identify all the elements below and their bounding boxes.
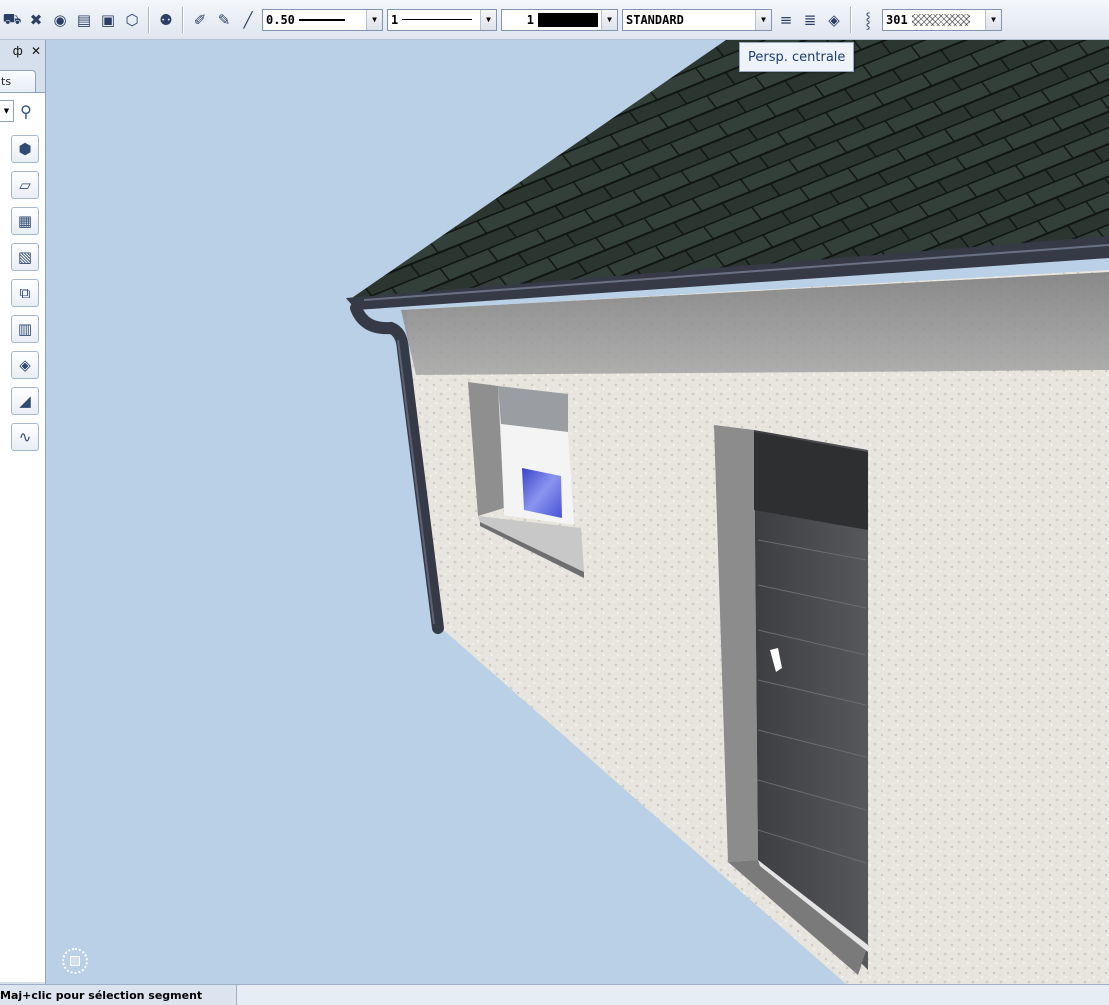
- chevron-down-icon[interactable]: ▼: [601, 9, 617, 30]
- hatch-area-icon[interactable]: ▧: [11, 243, 39, 271]
- toolbar-separator: [148, 6, 150, 33]
- navigation-cube-icon[interactable]: [62, 948, 88, 974]
- cube-icon[interactable]: ⬢: [11, 135, 39, 163]
- color-sample: [538, 12, 598, 27]
- layer-value: STANDARD: [626, 12, 684, 27]
- layers-down-icon[interactable]: ≣: [799, 9, 821, 31]
- eye-icon[interactable]: ◉: [49, 9, 71, 31]
- main-toolbar: ⛟ ✖ ◉ ▤ ▣ ⬡ ⚉ ✐ ✎ ╱ 0.50 ▼ 1 ▼ 1 ▼ STAND…: [0, 0, 1109, 40]
- layers-up-icon[interactable]: ≡: [775, 9, 797, 31]
- grid-icon[interactable]: ▥: [11, 315, 39, 343]
- line-style-sample: [402, 19, 473, 20]
- house-perspective-render: [346, 40, 1109, 984]
- floor-icon[interactable]: ▱: [11, 171, 39, 199]
- tools-icon[interactable]: ✖: [25, 9, 47, 31]
- chevron-down-icon[interactable]: ▼: [755, 9, 771, 30]
- table-icon[interactable]: ▦: [11, 207, 39, 235]
- box-3d-icon[interactable]: ⬡: [121, 9, 143, 31]
- hatch-sample: [911, 13, 970, 26]
- hatch-chain-icon[interactable]: ⸾: [857, 9, 879, 31]
- chevron-down-icon[interactable]: ▼: [0, 100, 14, 122]
- toolbar-separator: [850, 6, 852, 33]
- window-glass: [522, 468, 562, 518]
- tooltip: Persp. centrale: [739, 42, 855, 72]
- status-message: Maj+clic pour sélection segment: [0, 985, 237, 1005]
- 3d-viewport[interactable]: [46, 40, 1109, 984]
- status-area: [237, 985, 1109, 1005]
- paint-brush-icon[interactable]: ✐: [189, 9, 211, 31]
- chevron-down-icon[interactable]: ▼: [985, 9, 1001, 30]
- help-zoom-icon[interactable]: ⚉: [155, 9, 177, 31]
- panel-header: ф ✕: [0, 40, 45, 62]
- pin-icon[interactable]: ф: [13, 44, 23, 58]
- close-icon[interactable]: ✕: [31, 44, 41, 58]
- tag-icon[interactable]: ◈: [11, 351, 39, 379]
- hatch-value: 301: [886, 12, 908, 27]
- chevron-down-icon[interactable]: ▼: [480, 9, 496, 30]
- search-icon[interactable]: ⚲: [14, 100, 38, 122]
- panel-tab[interactable]: ts: [0, 70, 36, 92]
- layers-icon[interactable]: ◈: [823, 9, 845, 31]
- panel-search: ▼ ⚲: [0, 99, 44, 123]
- line-style-value: 1: [391, 12, 399, 27]
- hatch-combo[interactable]: 301 ▼: [882, 8, 1002, 31]
- stamp-icon[interactable]: ◢: [11, 387, 39, 415]
- line-style-combo[interactable]: 1 ▼: [387, 8, 497, 31]
- image-export-icon[interactable]: ▣: [97, 9, 119, 31]
- frame-3d-icon[interactable]: ⧉: [11, 279, 39, 307]
- folder-open-icon[interactable]: ▤: [73, 9, 95, 31]
- eyedropper-icon[interactable]: ╱: [237, 9, 259, 31]
- pencil-icon[interactable]: ✎: [213, 9, 235, 31]
- line-width-sample: [298, 18, 345, 21]
- line-width-combo[interactable]: 0.50 ▼: [262, 8, 383, 31]
- color-value: 1: [526, 12, 534, 27]
- color-combo[interactable]: 1 ▼: [501, 8, 618, 31]
- chevron-down-icon[interactable]: ▼: [366, 9, 382, 30]
- landscape-icon[interactable]: ∿: [11, 423, 39, 451]
- line-width-value: 0.50: [266, 12, 295, 27]
- measure-icon[interactable]: ⛟: [1, 9, 23, 31]
- status-bar: Maj+clic pour sélection segment: [0, 984, 1109, 1005]
- left-panel: ф ✕ ts ▼ ⚲ ⬢ ▱ ▦ ▧ ⧉ ▥ ◈ ◢ ∿: [0, 40, 46, 984]
- layer-combo[interactable]: STANDARD ▼: [622, 8, 772, 31]
- panel-body: ▼ ⚲ ⬢ ▱ ▦ ▧ ⧉ ▥ ◈ ◢ ∿: [0, 92, 45, 982]
- toolbar-separator: [182, 6, 184, 33]
